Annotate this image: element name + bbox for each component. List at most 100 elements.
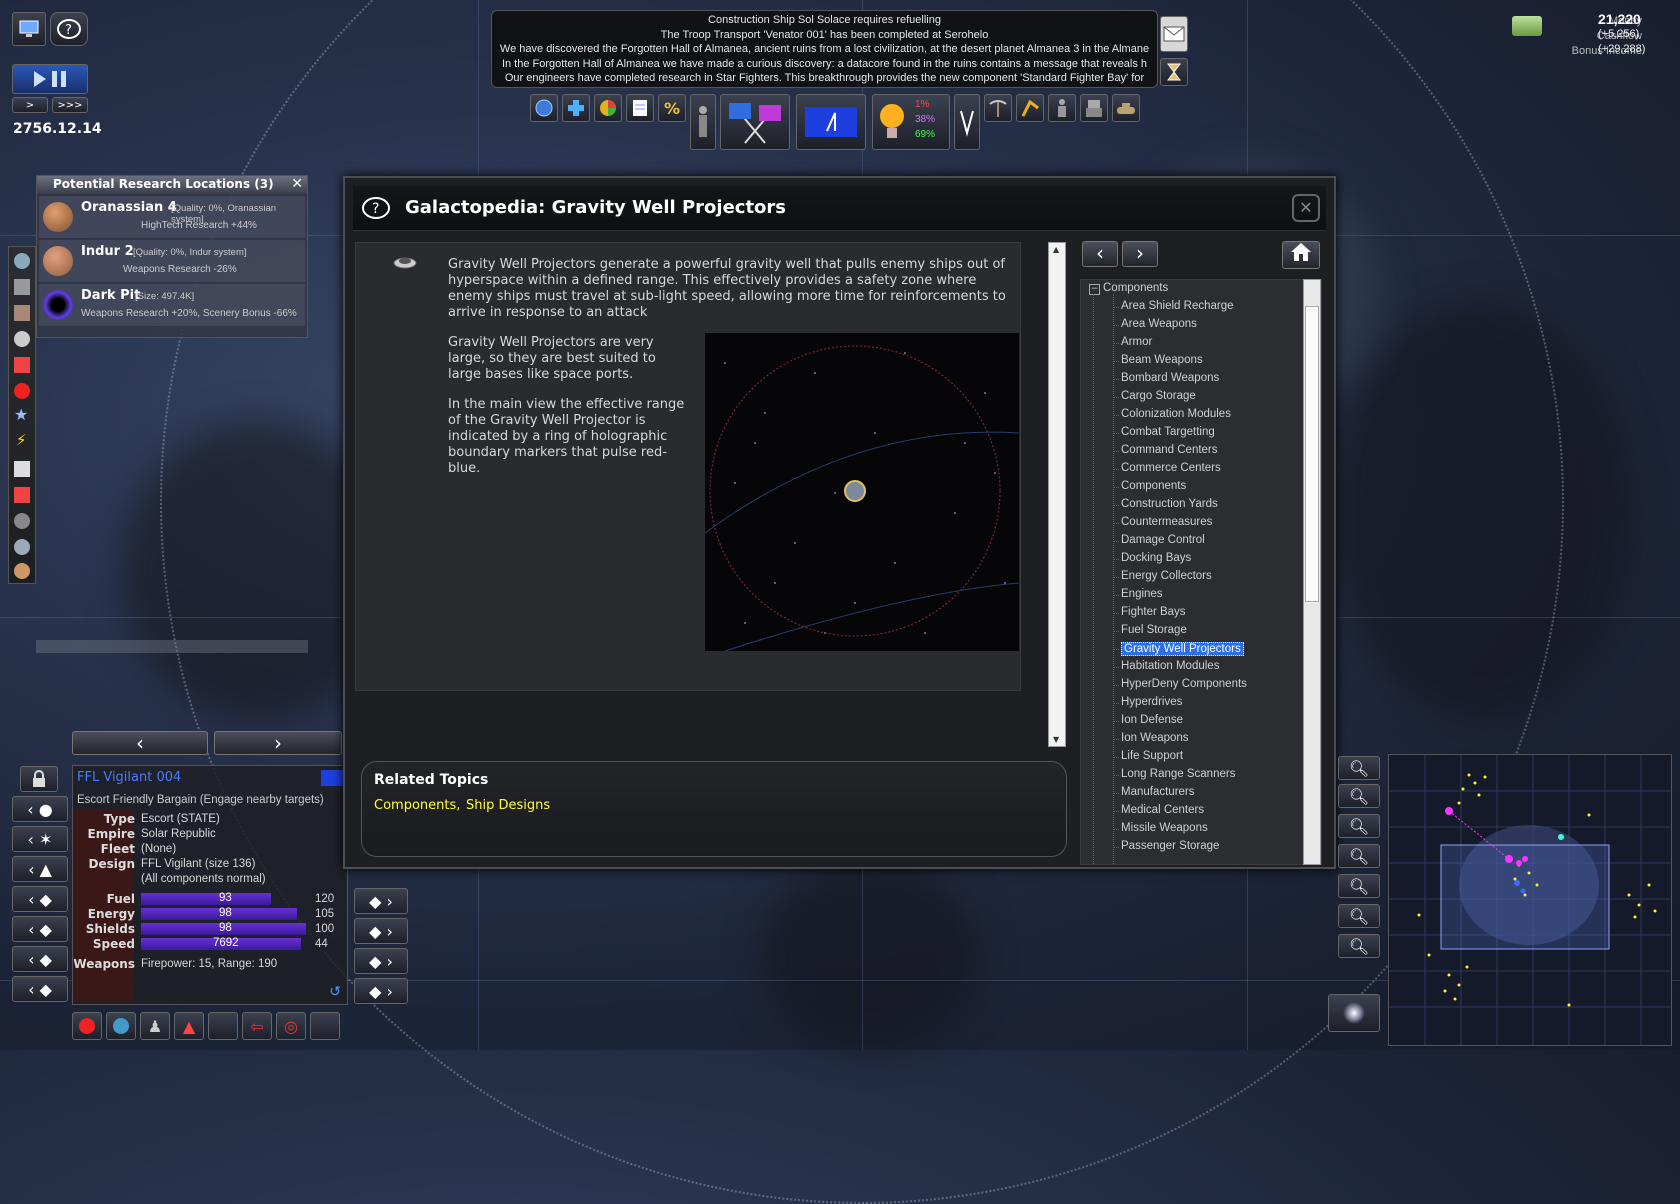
zoom-button[interactable]: 🔍︎ <box>1338 904 1380 928</box>
diplomacy-button[interactable] <box>720 94 790 150</box>
ship-name[interactable]: FFL Vigilant 004 <box>77 770 181 785</box>
mining-button[interactable] <box>984 94 1012 122</box>
tree-item[interactable]: Long Range Scanners <box>1121 768 1235 780</box>
prev-planet-button[interactable]: ‹ ● <box>12 796 68 822</box>
tree-item[interactable]: Medical Centers <box>1121 804 1204 816</box>
zoom-button[interactable]: 🔍︎ <box>1338 874 1380 898</box>
tree-item[interactable]: Beam Weapons <box>1121 354 1203 366</box>
strip-button[interactable] <box>14 383 30 399</box>
notes-button[interactable] <box>626 94 654 122</box>
forward-button[interactable]: › <box>1122 241 1158 267</box>
construction-button[interactable] <box>1016 94 1044 122</box>
tree-item[interactable]: Area Weapons <box>1121 318 1197 330</box>
zoom-button[interactable]: 🔍︎ <box>1338 784 1380 808</box>
tree-item[interactable]: Fuel Storage <box>1121 624 1187 636</box>
strip-button[interactable] <box>14 305 30 321</box>
research-location-item[interactable]: Dark Pit [Size: 497.4K] Weapons Research… <box>39 284 305 326</box>
tree-item[interactable]: Armor <box>1121 336 1152 348</box>
refresh-icon[interactable]: ↺ <box>329 984 341 1000</box>
strip-button[interactable] <box>14 461 30 477</box>
tax-button[interactable]: % <box>658 94 686 122</box>
strip-button[interactable] <box>14 487 30 503</box>
hourglass-button[interactable] <box>1160 58 1188 86</box>
characters-button[interactable] <box>690 94 716 150</box>
empty-action-button[interactable] <box>208 1012 238 1040</box>
tree-item[interactable]: Colonization Modules <box>1121 408 1231 420</box>
prev-ship-button[interactable]: ‹ <box>72 731 208 755</box>
prev-base-button[interactable]: ‹ ✶ <box>12 826 68 852</box>
close-button[interactable]: ✕ <box>1292 194 1320 222</box>
star-icon[interactable]: ★ <box>14 405 28 424</box>
galaxy-view-button[interactable] <box>1328 994 1380 1032</box>
tree-item[interactable]: Components <box>1121 480 1186 492</box>
tree-item[interactable]: Commerce Centers <box>1121 462 1221 474</box>
minimap[interactable] <box>1388 754 1672 1046</box>
strip-button[interactable] <box>14 253 30 269</box>
research-button[interactable]: 1% 38% 69% <box>872 94 950 150</box>
move-button[interactable] <box>106 1012 136 1040</box>
strip-button[interactable] <box>14 513 30 529</box>
alert-button[interactable]: ▲ <box>174 1012 204 1040</box>
prev-frigate-button[interactable]: ‹ ◆ <box>12 946 68 972</box>
robot-button[interactable] <box>1080 94 1108 122</box>
message-log[interactable]: Construction Ship Sol Solace requires re… <box>491 10 1158 88</box>
related-link-components[interactable]: Components, <box>374 798 460 813</box>
design-button[interactable] <box>954 94 980 150</box>
tree-item[interactable]: Energy Collectors <box>1121 570 1212 582</box>
tree-item[interactable]: Ion Defense <box>1121 714 1183 726</box>
zoom-button[interactable]: 🔍︎ <box>1338 756 1380 780</box>
speed-normal-button[interactable]: > <box>12 97 48 113</box>
article-scrollbar[interactable]: ▲ ▼ <box>1048 242 1066 747</box>
prev-warship-button[interactable]: ‹ ◆ <box>12 886 68 912</box>
close-icon[interactable]: ✕ <box>291 176 303 192</box>
message-line[interactable]: The Troop Transport 'Venator 001' has be… <box>494 28 1155 43</box>
tree-item[interactable]: Fighter Bays <box>1121 606 1186 618</box>
research-locations-header[interactable]: Potential Research Locations (3) ✕ <box>37 176 307 194</box>
tree-item[interactable]: Habitation Modules <box>1121 660 1219 672</box>
next-troop-button[interactable]: ◆ › <box>354 978 408 1004</box>
article-content[interactable]: Gravity Well Projectors generate a power… <box>355 242 1021 691</box>
tree-item[interactable]: Area Shield Recharge <box>1121 300 1234 312</box>
stop-button[interactable] <box>72 1012 102 1040</box>
strip-button[interactable] <box>14 563 30 579</box>
medical-button[interactable] <box>562 94 590 122</box>
next-frigate-button[interactable]: ◆ › <box>354 948 408 974</box>
research-location-item[interactable]: Indur 2 [Quality: 0%, Indur system] Weap… <box>39 240 305 282</box>
prev-troop-button[interactable]: ‹ ◆ <box>12 976 68 1002</box>
play-pause-button[interactable] <box>12 64 88 94</box>
troops-button[interactable] <box>1048 94 1076 122</box>
tree-scroll-thumb[interactable] <box>1305 306 1319 602</box>
tree-item[interactable]: Construction Yards <box>1121 498 1218 510</box>
topic-tree[interactable]: − Components Area Shield Recharge Area We… <box>1080 279 1322 865</box>
home-button[interactable] <box>1282 241 1320 269</box>
message-line[interactable]: Construction Ship Sol Solace requires re… <box>494 13 1155 28</box>
tree-item[interactable]: Passenger Storage <box>1121 840 1219 852</box>
tree-item[interactable]: Hyperdrives <box>1121 696 1182 708</box>
research-location-item[interactable]: Oranassian 4 [Quality: 0%, Oranassian sy… <box>39 196 305 238</box>
zoom-button[interactable]: 🔍︎ <box>1338 814 1380 838</box>
empire-flag-button[interactable] <box>796 94 866 150</box>
prev-escort-button[interactable]: ‹ ◆ <box>12 916 68 942</box>
tree-item[interactable]: Manufacturers <box>1121 786 1195 798</box>
strip-button[interactable] <box>14 357 30 373</box>
strip-button[interactable] <box>14 331 30 347</box>
pie-chart-button[interactable] <box>594 94 622 122</box>
tree-root[interactable]: Components <box>1103 282 1168 294</box>
message-line[interactable]: We have discovered the Forgotten Hall of… <box>494 42 1155 57</box>
tank-button[interactable] <box>1112 94 1140 122</box>
speed-fast-button[interactable]: >>> <box>52 97 88 113</box>
empire-button[interactable] <box>530 94 558 122</box>
tree-item[interactable]: Engines <box>1121 588 1163 600</box>
message-line[interactable]: In the Forgotten Hall of Almanea we have… <box>494 57 1155 72</box>
crew-button[interactable]: ♟ <box>140 1012 170 1040</box>
tree-item[interactable]: Combat Targetting <box>1121 426 1215 438</box>
retreat-button[interactable]: ⇦ <box>242 1012 272 1040</box>
zoom-button[interactable]: 🔍︎ <box>1338 934 1380 958</box>
next-ship-button[interactable]: › <box>214 731 342 755</box>
tree-item[interactable]: Cargo Storage <box>1121 390 1196 402</box>
mail-button[interactable] <box>1160 16 1188 52</box>
tree-item[interactable]: Gravity Well Projectors <box>1121 642 1244 656</box>
tree-item[interactable]: Damage Control <box>1121 534 1205 546</box>
tree-scrollbar[interactable] <box>1303 279 1321 865</box>
scroll-down-icon[interactable]: ▼ <box>1053 735 1059 744</box>
